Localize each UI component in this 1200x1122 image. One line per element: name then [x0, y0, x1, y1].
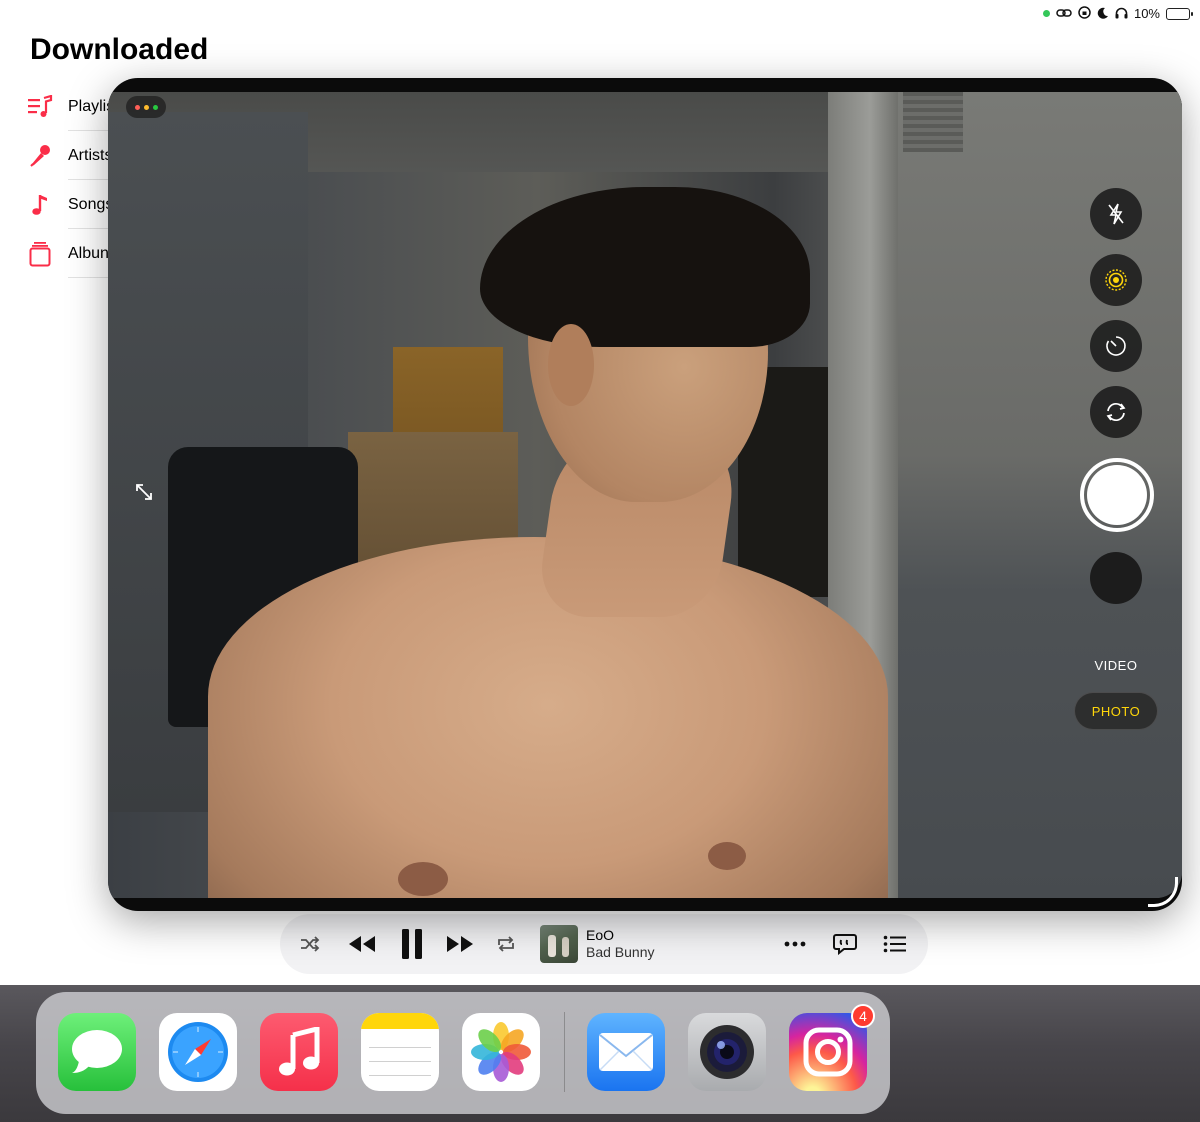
artist-name: Bad Bunny	[586, 944, 655, 960]
microphone-icon	[26, 142, 54, 170]
more-icon[interactable]	[780, 941, 810, 947]
window-controls-button[interactable]	[126, 96, 166, 118]
photo-thumbnail[interactable]	[1090, 552, 1142, 604]
expand-icon[interactable]	[130, 478, 158, 506]
headphones-icon	[1115, 7, 1128, 21]
repeat-icon[interactable]	[494, 936, 518, 952]
notification-badge: 4	[851, 1004, 875, 1028]
music-note-icon	[26, 191, 54, 219]
dock-divider	[564, 1012, 565, 1092]
screen-lock-icon	[1078, 6, 1091, 21]
camera-window: VIDEO PHOTO	[108, 78, 1182, 911]
photos-icon[interactable]	[462, 1013, 540, 1091]
library-item-label: Albun	[68, 244, 109, 262]
battery-percentage: 10%	[1133, 6, 1160, 21]
minimize-dot	[143, 104, 149, 110]
mini-player: EoO Bad Bunny	[280, 914, 928, 974]
song-title: EoO	[586, 927, 615, 943]
messages-icon[interactable]	[58, 1013, 136, 1091]
playlist-icon	[26, 93, 54, 121]
shuffle-icon[interactable]	[298, 936, 322, 952]
library-item-label: Artists	[68, 146, 113, 164]
instagram-icon[interactable]: 4	[789, 1004, 875, 1091]
camera-controls	[1090, 188, 1142, 452]
timer-icon[interactable]	[1090, 320, 1142, 372]
mode-video[interactable]: VIDEO	[1076, 658, 1156, 673]
rewind-icon[interactable]	[340, 934, 384, 954]
shutter-inner	[1087, 465, 1147, 525]
pause-icon[interactable]	[390, 928, 434, 960]
lyrics-icon[interactable]	[830, 933, 860, 955]
notes-icon[interactable]	[361, 1013, 439, 1091]
dock: 4	[36, 992, 890, 1114]
link-icon	[1056, 7, 1072, 21]
zoom-dot	[152, 104, 158, 110]
battery-icon	[1166, 7, 1193, 20]
shutter-button[interactable]	[1080, 458, 1154, 532]
mail-icon[interactable]	[587, 1013, 665, 1091]
flip-camera-icon[interactable]	[1090, 386, 1142, 438]
library-item-label: Songs	[68, 195, 114, 213]
mode-photo[interactable]: PHOTO	[1074, 692, 1158, 730]
camera-viewfinder[interactable]	[108, 92, 1182, 898]
status-bar: 10%	[1042, 6, 1193, 21]
live-photo-icon[interactable]	[1090, 254, 1142, 306]
now-playing-info[interactable]: EoO Bad Bunny	[586, 927, 655, 961]
music-icon[interactable]	[260, 1013, 338, 1091]
album-icon	[26, 240, 54, 268]
moon-icon	[1097, 7, 1109, 21]
fast-forward-icon[interactable]	[438, 934, 482, 954]
page-title: Downloaded	[30, 33, 209, 66]
flash-off-icon[interactable]	[1090, 188, 1142, 240]
camera-in-use-indicator	[1042, 10, 1050, 17]
safari-icon[interactable]	[159, 1013, 237, 1091]
queue-icon[interactable]	[880, 935, 910, 953]
camera-icon[interactable]	[688, 1013, 766, 1091]
close-dot	[134, 104, 140, 110]
album-artwork[interactable]	[540, 925, 578, 963]
